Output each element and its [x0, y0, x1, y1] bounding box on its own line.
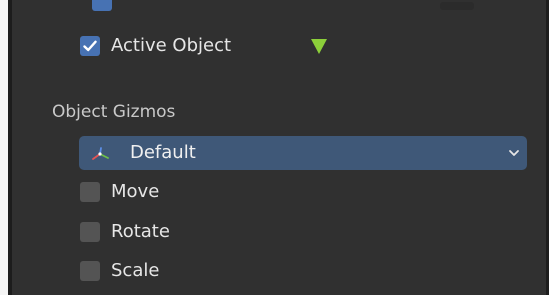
gizmo-rotate-label: Rotate [111, 221, 170, 242]
field-partial-top [440, 2, 474, 10]
gizmo-orientation-dropdown[interactable]: Default [79, 136, 527, 170]
window-border-right [546, 0, 549, 300]
checkmark-icon [83, 40, 97, 52]
object-gizmos-heading: Object Gizmos [52, 102, 176, 122]
active-object-checkbox[interactable] [80, 36, 100, 56]
gizmo-scale-label: Scale [111, 260, 160, 281]
gizmo-scale-option[interactable]: Scale [80, 259, 159, 283]
gizmo-move-option[interactable]: Move [80, 180, 159, 204]
gizmo-rotate-checkbox[interactable] [80, 222, 100, 242]
gizmo-rotate-option[interactable]: Rotate [80, 220, 170, 244]
active-object-option[interactable]: Active Object [80, 34, 231, 58]
gizmo-move-label: Move [111, 181, 160, 202]
gizmo-scale-checkbox[interactable] [80, 261, 100, 281]
chevron-down-icon [509, 150, 519, 156]
window-frame-bottom [0, 295, 557, 300]
gizmo-axes-icon [92, 147, 109, 160]
active-object-label: Active Object [111, 35, 232, 56]
gizmo-orientation-value: Default [130, 142, 196, 163]
triangle-down-icon [311, 39, 327, 54]
checkbox-partial-top[interactable] [92, 0, 112, 11]
gizmo-move-checkbox[interactable] [80, 182, 100, 202]
